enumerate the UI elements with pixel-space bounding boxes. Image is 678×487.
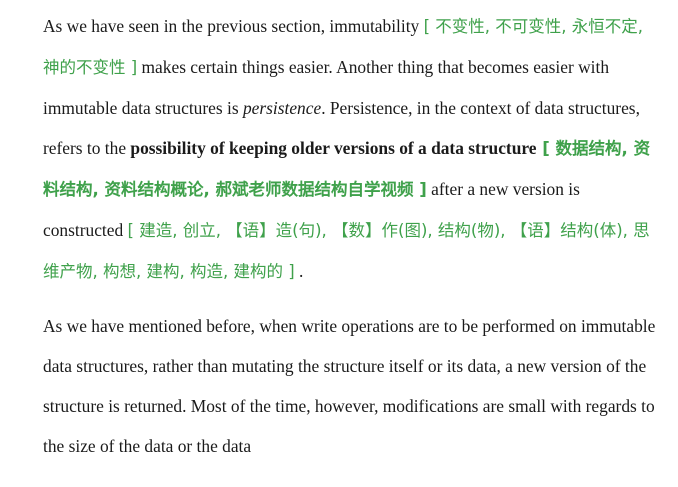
emphasis-persistence: persistence bbox=[242, 98, 322, 118]
text-segment: . bbox=[294, 261, 304, 281]
bold-phrase: possibility of keeping older versions of… bbox=[130, 138, 537, 158]
document-page: As we have seen in the previous section,… bbox=[0, 0, 678, 487]
paragraph-immutability-persistence: As we have seen in the previous section,… bbox=[43, 6, 664, 292]
translation-annotation-constructed: [ 建造, 创立, 【语】造(句), 【数】作(图), 结构(物), 【语】结构… bbox=[43, 221, 650, 281]
paragraph-write-operations: As we have mentioned before, when write … bbox=[43, 316, 656, 456]
text-segment: As we have seen in the previous section,… bbox=[43, 16, 424, 36]
